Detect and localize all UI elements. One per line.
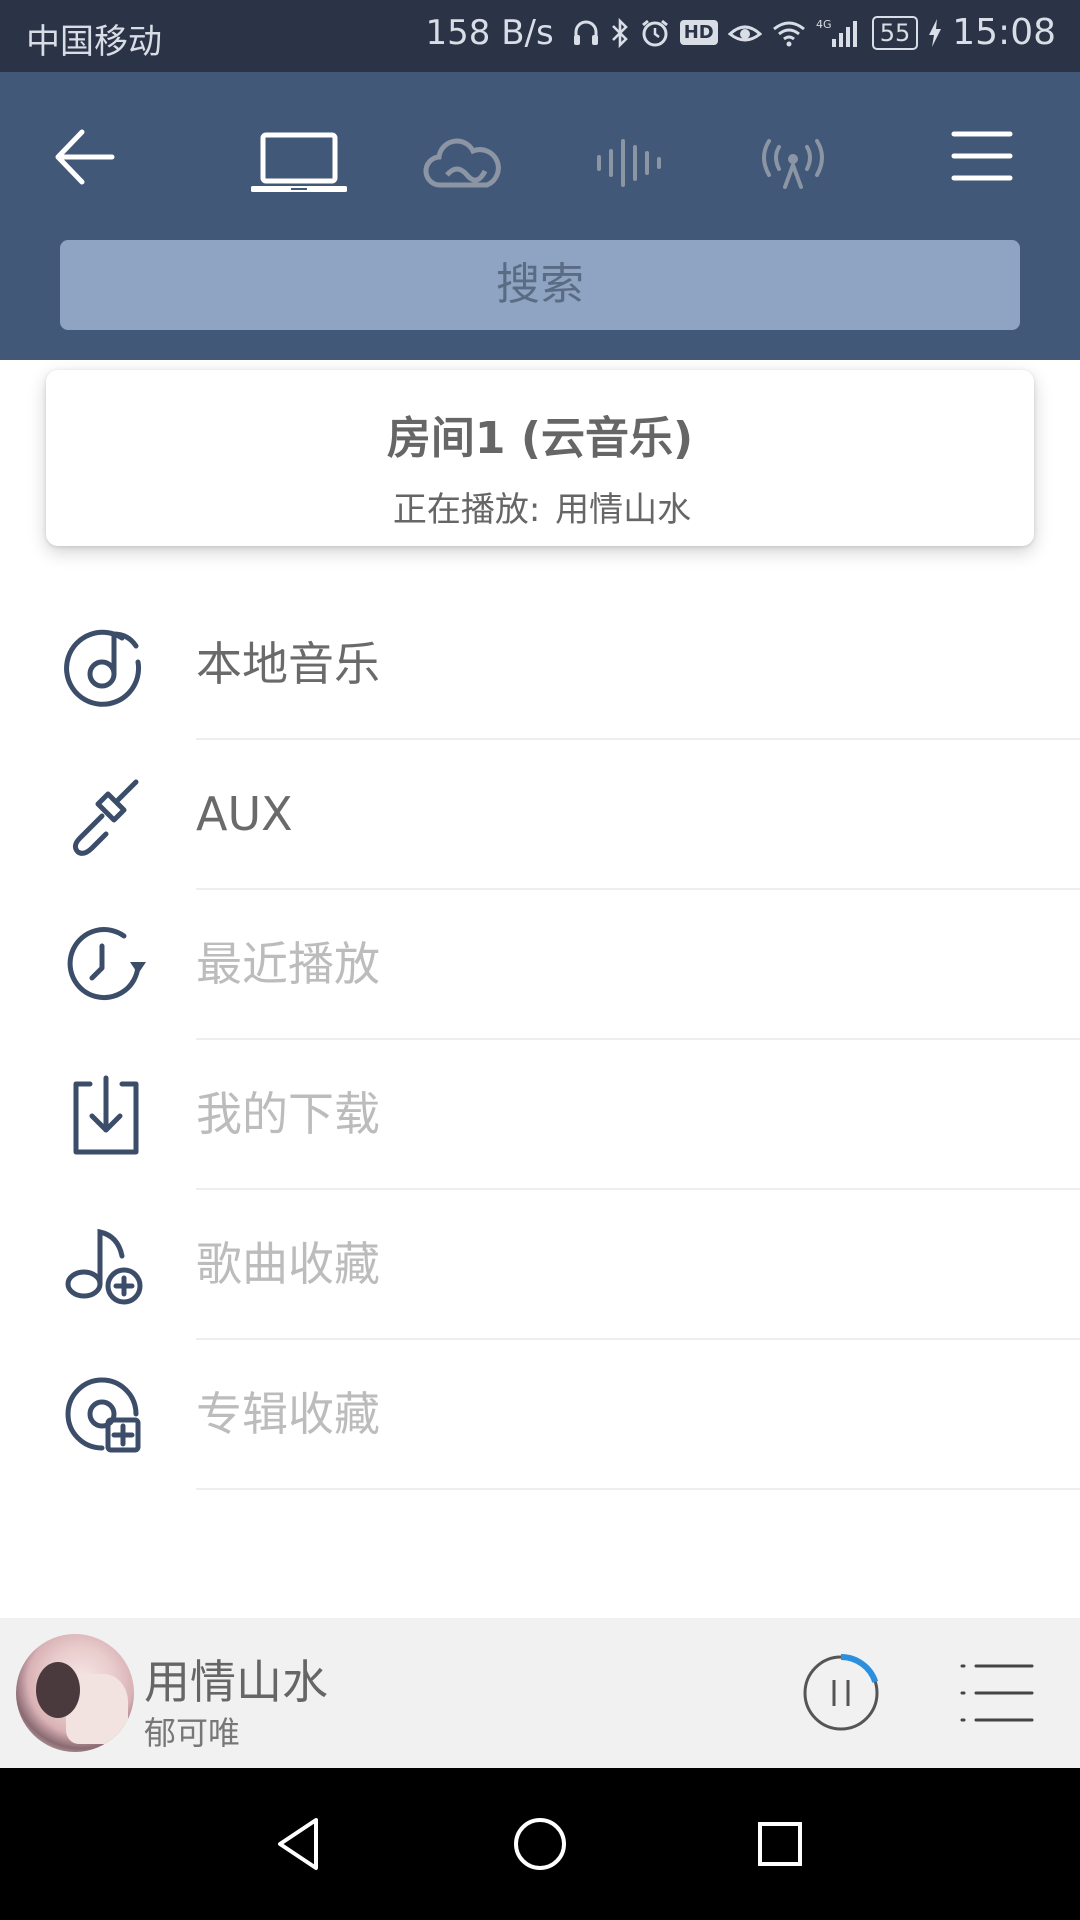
menu-item-label: 最近播放 [196,937,380,991]
alarm-icon [640,18,670,48]
radio-antenna-icon [762,139,824,189]
divider [196,1488,1080,1490]
back-button[interactable] [48,122,118,192]
menu-item-recent[interactable]: 最近播放 [0,890,1080,1040]
header: 搜索 [0,72,1080,360]
recent-clock-icon [62,922,148,1008]
menu-item-label: 本地音乐 [196,637,380,691]
circle-home-icon [514,1818,566,1870]
network-type-label: 4G [816,18,832,31]
pause-progress-icon [803,1654,879,1731]
now-playing-label: 正在播放: [392,490,541,530]
mini-player[interactable]: 用情山水 郁可唯 [0,1618,1080,1768]
headphones-icon [572,18,600,48]
room-title: 房间1 (云音乐) [386,413,694,464]
album-favorite-icon [62,1372,148,1458]
nav-home-button[interactable] [510,1814,570,1874]
hamburger-menu-icon [951,131,1013,181]
playlist-queue-button[interactable] [960,1662,1034,1724]
pause-button[interactable] [800,1652,882,1734]
playback-progress-arc [840,1654,879,1683]
charging-icon [928,18,942,47]
cloud-icon [423,138,501,188]
menu-item-local-music[interactable]: 本地音乐 [0,590,1080,740]
cover-art-shape [36,1662,80,1718]
menu-item-downloads[interactable]: 我的下载 [0,1040,1080,1190]
search-bar[interactable]: 搜索 [60,240,1020,330]
now-playing-song: 用情山水 [555,490,692,530]
room-card[interactable]: 房间1 (云音乐) 正在播放: 用情山水 [46,370,1034,546]
download-icon [62,1072,148,1158]
carrier-name: 中国移动 [26,22,162,62]
tab-sound-wave[interactable] [574,118,684,208]
tab-cloud[interactable] [408,118,518,208]
album-cover[interactable] [16,1634,134,1752]
signal-4g-icon: 4G [816,17,862,49]
eye-comfort-icon [727,20,762,46]
system-nav-bar [0,1768,1080,1920]
source-menu-list: 本地音乐 AUX 最近播放 我的下载 歌曲收藏 专辑收藏 [0,590,1080,1490]
wifi-icon [772,19,806,47]
status-time: 15:08 [952,12,1056,53]
aux-cable-icon [62,772,148,858]
status-bar: 中国移动 158 B/s HD 4G 55 15:08 [0,0,1080,72]
nav-recents-button[interactable] [750,1814,810,1874]
menu-item-label: 我的下载 [196,1087,380,1141]
playlist-icon [960,1664,1034,1722]
tab-local-device[interactable] [244,118,354,208]
tab-radio[interactable] [738,118,848,208]
bluetooth-icon [610,17,630,49]
status-icons: 158 B/s HD 4G 55 15:08 [425,12,1056,53]
sound-wave-icon [597,139,661,187]
back-arrow-icon [55,129,115,185]
menu-item-album-favorites[interactable]: 专辑收藏 [0,1340,1080,1490]
menu-item-aux[interactable]: AUX [0,740,1080,890]
menu-item-label: 专辑收藏 [196,1387,380,1441]
menu-item-label: AUX [196,787,293,841]
music-note-circle-icon [62,622,148,708]
menu-button[interactable] [950,124,1014,188]
square-recents-icon [758,1822,802,1866]
song-favorite-icon [62,1222,148,1308]
network-speed: 158 B/s [425,12,554,53]
laptop-icon [251,132,347,192]
player-song-title: 用情山水 [144,1655,328,1709]
hd-icon: HD [679,20,718,45]
menu-item-song-favorites[interactable]: 歌曲收藏 [0,1190,1080,1340]
triangle-back-icon [278,1818,318,1870]
now-playing: 正在播放: 用情山水 [46,482,1034,531]
battery-icon: 55 [871,15,919,50]
player-artist: 郁可唯 [144,1714,241,1752]
menu-item-label: 歌曲收藏 [196,1237,380,1291]
nav-back-button[interactable] [270,1814,330,1874]
